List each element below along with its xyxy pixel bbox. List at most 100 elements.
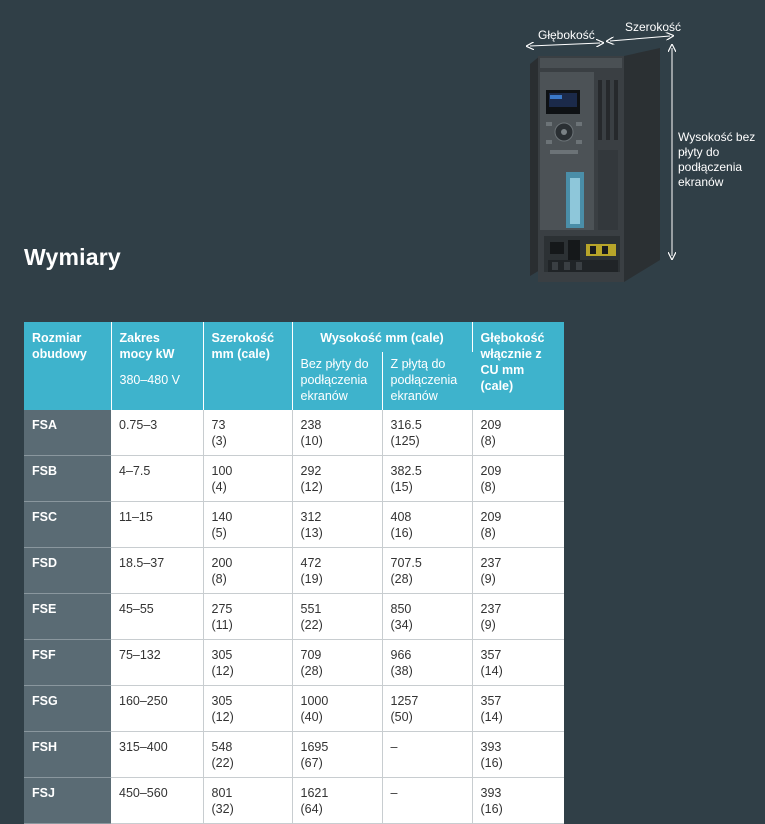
value-mm: 238 xyxy=(300,418,322,432)
width-cell: 200 (8) xyxy=(203,547,293,594)
frame-size-cell: FSF xyxy=(24,639,111,686)
value-mm: 1621 xyxy=(300,786,329,800)
height-without-cell: 292 (12) xyxy=(292,455,383,502)
depth-label: Głębokość xyxy=(538,28,595,42)
frame-size-cell: FSC xyxy=(24,501,111,548)
value-inches: (125) xyxy=(390,434,420,448)
value-mm: 73 xyxy=(211,418,226,432)
value-inches: (40) xyxy=(300,710,323,724)
value-inches: (38) xyxy=(390,664,413,678)
value-mm: – xyxy=(390,740,398,754)
value-mm: 393 xyxy=(480,740,502,754)
table-row: FSD 18.5–37 200 (8) 472 (19) 707.5 (28) 237 (9) xyxy=(24,547,564,594)
value-inches: (28) xyxy=(300,664,323,678)
width-cell: 140 (5) xyxy=(203,501,293,548)
value-mm: 315–400 xyxy=(119,740,168,754)
value-mm: 801 xyxy=(211,786,233,800)
width-cell: 73 (3) xyxy=(203,410,293,456)
value-mm: 357 xyxy=(480,648,502,662)
value-inches: (8) xyxy=(480,434,496,448)
table-row: FSC 11–15 140 (5) 312 (13) 408 (16) 209 (8) xyxy=(24,501,564,548)
value-mm: 551 xyxy=(300,602,322,616)
value-inches: (14) xyxy=(480,664,503,678)
height-with-cell: 1257 (50) xyxy=(382,685,473,732)
value-mm: 237 xyxy=(480,556,502,570)
value-inches: (16) xyxy=(480,802,503,816)
value-inches: (12) xyxy=(211,664,234,678)
value-inches: (16) xyxy=(390,526,413,540)
value-mm: 707.5 xyxy=(390,556,422,570)
depth-cell: 237 (9) xyxy=(472,593,564,640)
width-cell: 100 (4) xyxy=(203,455,293,502)
value-mm: – xyxy=(390,786,398,800)
value-mm: 18.5–37 xyxy=(119,556,165,570)
value-mm: 75–132 xyxy=(119,648,161,662)
value-mm: 850 xyxy=(390,602,412,616)
value-inches: (12) xyxy=(300,480,323,494)
value-inches: (13) xyxy=(300,526,323,540)
value-inches: (16) xyxy=(480,756,503,770)
value-mm: 316.5 xyxy=(390,418,422,432)
power-cell: 0.75–3 xyxy=(111,410,204,456)
depth-cell: 209 (8) xyxy=(472,501,564,548)
value-inches: (22) xyxy=(211,756,234,770)
height-label: Wysokość bez płyty do podłączenia ekranó… xyxy=(678,130,756,189)
height-with-cell: 966 (38) xyxy=(382,639,473,686)
depth-cell: 237 (9) xyxy=(472,547,564,594)
value-mm: 305 xyxy=(211,648,233,662)
value-mm: 472 xyxy=(300,556,322,570)
value-mm: 160–250 xyxy=(119,694,168,708)
value-mm: 709 xyxy=(300,648,322,662)
value-mm: 1000 xyxy=(300,694,329,708)
value-inches: (9) xyxy=(480,572,496,586)
height-without-cell: 472 (19) xyxy=(292,547,383,594)
table-row: FSE 45–55 275 (11) 551 (22) 850 (34) 237 (9) xyxy=(24,593,564,640)
value-mm: 209 xyxy=(480,510,502,524)
frame-size-cell: FSG xyxy=(24,685,111,732)
value-inches: (4) xyxy=(211,480,227,494)
value-inches: (67) xyxy=(300,756,323,770)
power-cell: 11–15 xyxy=(111,501,204,548)
value-mm: 0.75–3 xyxy=(119,418,158,432)
value-mm: 100 xyxy=(211,464,233,478)
value-mm: 408 xyxy=(390,510,412,524)
value-mm: 200 xyxy=(211,556,233,570)
value-inches: (32) xyxy=(211,802,234,816)
table-row: FSH 315–400 548 (22) 1695 (67) – 393 (16) xyxy=(24,731,564,778)
depth-cell: 209 (8) xyxy=(472,455,564,502)
value-mm: 312 xyxy=(300,510,322,524)
width-label: Szerokość xyxy=(625,20,682,34)
header-height-with-plate: Z płytą do podłączenia ekranów xyxy=(382,352,472,410)
dimensions-table: Rozmiar obudowy Zakres mocy kW 380–480 V… xyxy=(24,322,564,824)
header-frame-size: Rozmiar obudowy xyxy=(24,322,112,410)
table-row: FSF 75–132 305 (12) 709 (28) 966 (38) 357 (14) xyxy=(24,639,564,686)
value-mm: 450–560 xyxy=(119,786,168,800)
value-mm: 1695 xyxy=(300,740,329,754)
value-mm: 548 xyxy=(211,740,233,754)
value-inches: (64) xyxy=(300,802,323,816)
height-with-cell: 408 (16) xyxy=(382,501,473,548)
power-cell: 160–250 xyxy=(111,685,204,732)
width-cell: 548 (22) xyxy=(203,731,293,778)
value-inches: (9) xyxy=(480,618,496,632)
height-without-cell: 551 (22) xyxy=(292,593,383,640)
value-inches: (19) xyxy=(300,572,323,586)
height-with-cell: 382.5 (15) xyxy=(382,455,473,502)
width-cell: 275 (11) xyxy=(203,593,293,640)
value-inches: (14) xyxy=(480,710,503,724)
value-mm: 237 xyxy=(480,602,502,616)
header-voltage: 380–480 V xyxy=(119,373,180,387)
value-mm: 45–55 xyxy=(119,602,154,616)
value-mm: 393 xyxy=(480,786,502,800)
value-mm: 966 xyxy=(390,648,412,662)
width-cell: 305 (12) xyxy=(203,639,293,686)
value-mm: 11–15 xyxy=(119,510,153,524)
value-inches: (10) xyxy=(300,434,323,448)
value-inches: (50) xyxy=(390,710,413,724)
frame-size-cell: FSE xyxy=(24,593,111,640)
table-row: FSB 4–7.5 100 (4) 292 (12) 382.5 (15) 209 (8) xyxy=(24,455,564,502)
header-height-group: Wysokość mm (cale) xyxy=(292,322,473,352)
depth-cell: 357 (14) xyxy=(472,639,564,686)
height-without-cell: 709 (28) xyxy=(292,639,383,686)
value-mm: 140 xyxy=(211,510,233,524)
